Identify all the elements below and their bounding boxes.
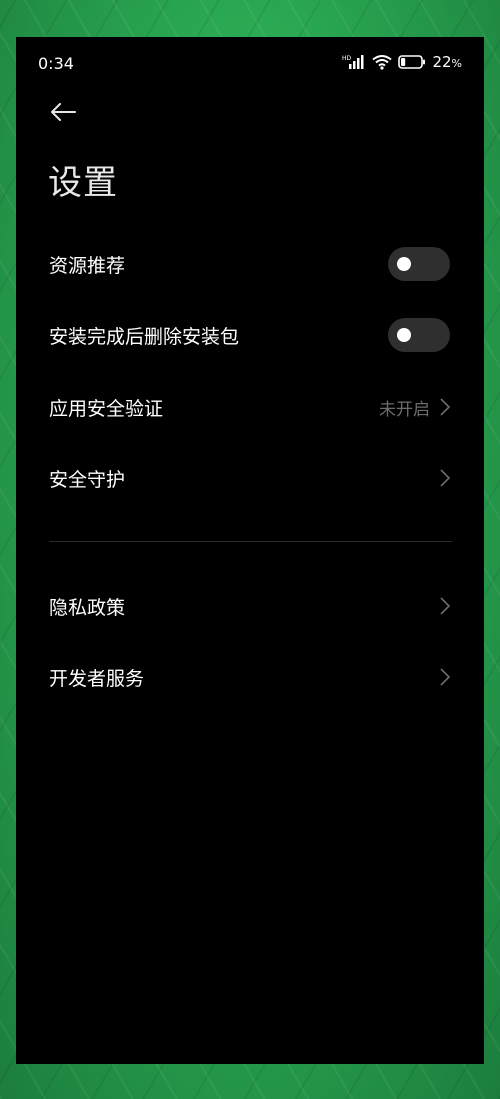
setting-row-app-security-verify[interactable]: 应用安全验证 未开启	[16, 377, 484, 437]
toggle-knob	[397, 328, 411, 342]
battery-fill	[401, 58, 406, 66]
setting-label: 应用安全验证	[49, 397, 164, 420]
setting-row-resource-recommend[interactable]: 资源推荐	[16, 234, 484, 294]
battery-unit: %	[451, 57, 462, 70]
setting-row-security-guard[interactable]: 安全守护	[16, 448, 484, 508]
back-button[interactable]	[46, 99, 80, 129]
status-bar: 0:34 HD 22%	[16, 37, 484, 89]
settings-screen: 0:34 HD 22% 设置 资源推荐 安装完成后删除安装包 应用安全验证 未开…	[16, 37, 484, 1064]
hd-signal-icon: HD	[342, 54, 366, 70]
setting-label: 资源推荐	[49, 254, 126, 277]
resource-recommend-toggle[interactable]	[388, 247, 450, 281]
status-icons: HD 22%	[342, 53, 462, 71]
setting-value: 未开启	[379, 399, 430, 420]
setting-row-delete-package[interactable]: 安装完成后删除安装包	[16, 305, 484, 365]
battery-icon	[398, 55, 426, 69]
setting-label: 安装完成后删除安装包	[49, 325, 240, 348]
status-time: 0:34	[38, 54, 74, 73]
wifi-icon	[372, 54, 393, 70]
setting-label: 安全守护	[49, 468, 126, 491]
chevron-right-icon	[440, 468, 452, 488]
page-title: 设置	[48, 163, 118, 203]
delete-package-toggle[interactable]	[388, 318, 450, 352]
chevron-right-icon	[440, 596, 452, 616]
chevron-right-icon	[440, 397, 452, 417]
arrow-left-icon	[50, 103, 76, 125]
battery-percent: 22%	[432, 53, 462, 71]
toggle-knob	[397, 257, 411, 271]
chevron-right-icon	[440, 667, 452, 687]
section-divider	[49, 541, 452, 542]
setting-label: 开发者服务	[49, 667, 145, 690]
network-badge: HD	[342, 55, 352, 62]
setting-label: 隐私政策	[49, 596, 126, 619]
setting-row-developer-service[interactable]: 开发者服务	[16, 647, 484, 707]
setting-row-privacy-policy[interactable]: 隐私政策	[16, 576, 484, 636]
